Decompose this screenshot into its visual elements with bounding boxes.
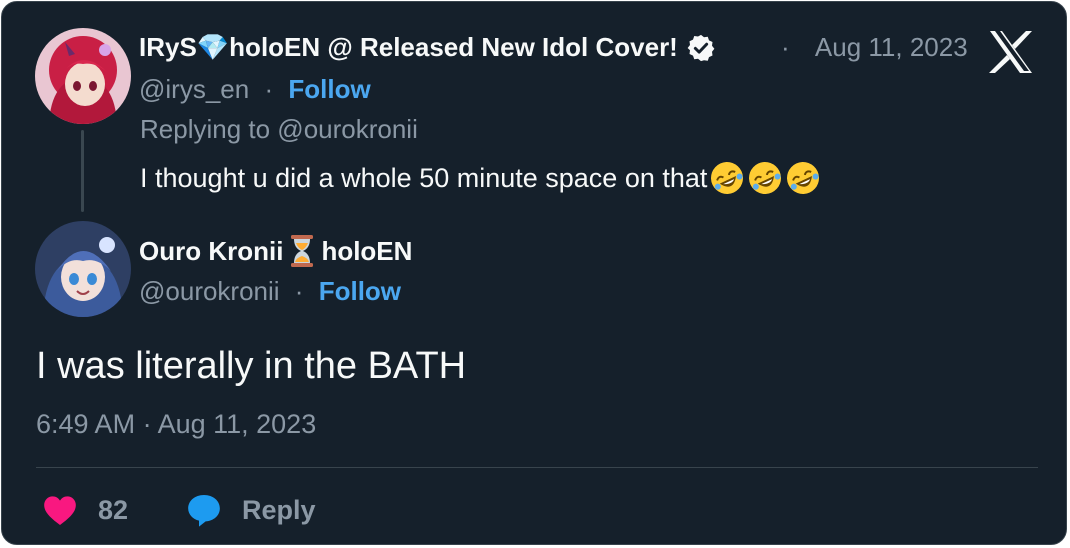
irys-tweet-text: I thought u did a whole 50 minute space … <box>140 160 821 196</box>
irys-display-name[interactable]: IRyS💎holoEN @ Released New Idol Cover! <box>139 32 716 63</box>
irys-tweet-date[interactable]: · Aug 11, 2023 <box>773 32 968 63</box>
follow-irys-button[interactable]: Follow <box>288 74 370 104</box>
hourglass-icon <box>287 234 317 268</box>
kronii-name-part1: Ouro Kronii <box>139 235 284 266</box>
x-logo-icon[interactable] <box>987 29 1035 75</box>
replying-to-label[interactable]: Replying to @ourokronii <box>140 114 418 145</box>
kronii-display-name[interactable]: Ouro Kronii holoEN <box>139 234 412 268</box>
irys-display-name-text: IRyS💎holoEN @ Released New Idol Cover! <box>139 32 678 62</box>
separator-dot: · <box>264 74 274 104</box>
tweet-timestamp[interactable]: 6:49 AM · Aug 11, 2023 <box>36 409 316 440</box>
follow-kronii-button[interactable]: Follow <box>319 276 401 306</box>
reply-label: Reply <box>242 494 316 525</box>
irys-handle-row: @irys_en · Follow <box>139 74 371 105</box>
reply-bubble-icon <box>184 490 224 530</box>
kronii-avatar[interactable] <box>35 221 131 317</box>
divider <box>36 467 1038 468</box>
verified-badge-icon <box>686 33 716 63</box>
kronii-handle-row: @ourokronii · Follow <box>139 276 401 307</box>
reply-button[interactable]: Reply <box>184 488 316 532</box>
like-button[interactable]: 82 <box>40 488 128 532</box>
heart-icon <box>40 490 80 530</box>
rolling-on-floor-laughing-icon <box>785 160 821 196</box>
irys-avatar[interactable] <box>35 28 131 124</box>
like-count: 82 <box>98 494 129 525</box>
thread-connector <box>81 130 84 212</box>
kronii-tweet-text: I was literally in the BATH <box>36 345 467 387</box>
separator-dot: · <box>294 276 304 306</box>
rolling-on-floor-laughing-icon <box>709 160 745 196</box>
irys-date-text: Aug 11, 2023 <box>814 32 968 62</box>
kronii-handle[interactable]: @ourokronii <box>139 276 280 306</box>
kronii-name-part2: holoEN <box>321 235 413 266</box>
rolling-on-floor-laughing-icon <box>747 160 783 196</box>
irys-handle[interactable]: @irys_en <box>139 74 249 104</box>
irys-tweet-body: I thought u did a whole 50 minute space … <box>140 162 708 193</box>
separator-dot: · <box>781 32 790 62</box>
tweet-card: IRyS💎holoEN @ Released New Idol Cover! ·… <box>1 1 1067 545</box>
